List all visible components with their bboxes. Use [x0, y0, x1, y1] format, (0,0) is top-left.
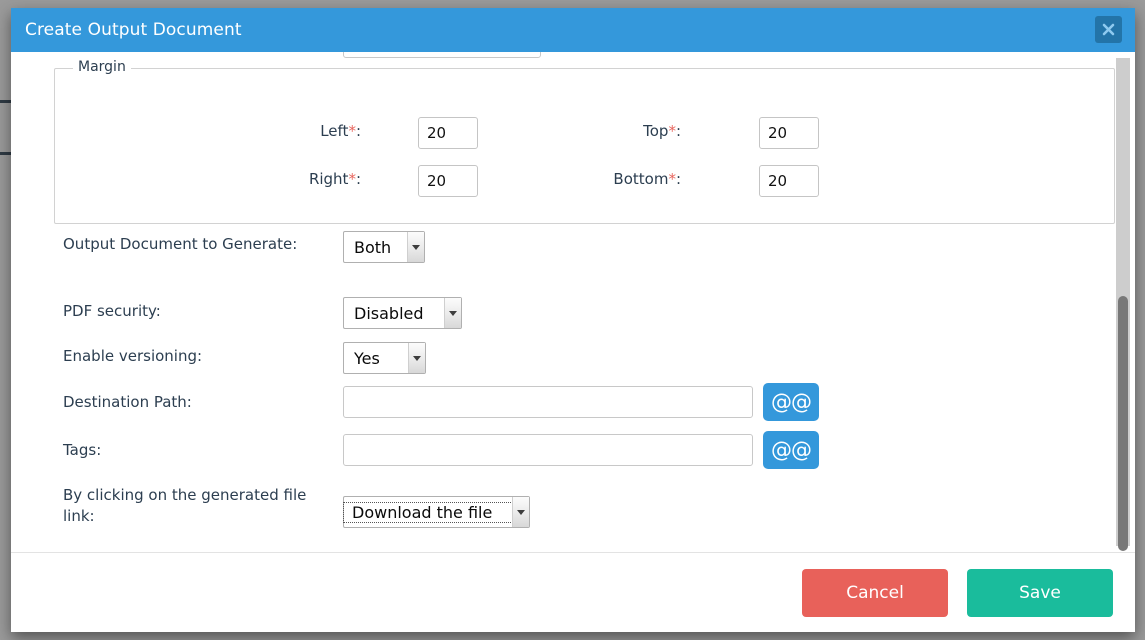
dialog-body: Margin Left*: Top*: Right*: Bottom*: Out… [11, 52, 1135, 552]
label-colon: : [675, 122, 681, 140]
label-colon: : [675, 170, 681, 188]
chevron-down-icon [512, 497, 529, 527]
pdf-security-select-value: Disabled [354, 303, 424, 323]
required-marker: * [348, 122, 356, 140]
output-document-label: Output Document to Generate: [63, 235, 298, 253]
page-backdrop [0, 0, 11, 640]
destination-path-token-button[interactable]: @@ [763, 383, 819, 421]
margin-left-label-text: Left [320, 122, 349, 140]
required-marker: * [668, 170, 676, 188]
backdrop-divider [0, 100, 11, 103]
margin-fieldset: Margin Left*: Top*: Right*: Bottom*: [54, 59, 1115, 224]
create-output-document-dialog: Create Output Document Margin Left*: Top… [11, 8, 1135, 632]
save-button[interactable]: Save [967, 568, 1113, 617]
tags-label: Tags: [63, 441, 102, 459]
close-icon[interactable] [1095, 16, 1122, 43]
clipped-input-above[interactable] [343, 52, 541, 58]
margin-left-label: Left*: [281, 122, 361, 140]
margin-bottom-label: Bottom*: [581, 170, 681, 188]
tags-input[interactable] [343, 434, 753, 466]
close-icon-glyph [1102, 23, 1115, 36]
pdf-security-label: PDF security: [63, 302, 161, 320]
margin-left-input[interactable] [418, 117, 478, 149]
chevron-down-icon [408, 343, 425, 373]
margin-right-label-text: Right [308, 170, 349, 188]
enable-versioning-label: Enable versioning: [63, 347, 203, 365]
margin-legend: Margin [73, 59, 131, 75]
margin-bottom-input[interactable] [759, 165, 819, 197]
chevron-down-icon [444, 298, 461, 328]
pdf-security-select[interactable]: Disabled [343, 297, 462, 329]
generated-file-link-select-value: Download the file [343, 501, 513, 523]
dialog-title: Create Output Document [25, 20, 242, 40]
margin-bottom-label-text: Bottom [613, 170, 669, 188]
required-marker: * [348, 170, 356, 188]
output-document-select[interactable]: Both [343, 231, 425, 263]
chevron-down-icon [407, 232, 424, 262]
cancel-button[interactable]: Cancel [802, 568, 948, 617]
margin-top-label: Top*: [601, 122, 681, 140]
generated-file-link-select[interactable]: Download the file [343, 496, 530, 528]
margin-top-label-text: Top [643, 122, 669, 140]
tags-token-button[interactable]: @@ [763, 431, 819, 469]
dialog-header: Create Output Document [11, 8, 1135, 52]
destination-path-label: Destination Path: [63, 393, 192, 411]
output-document-select-value: Both [354, 237, 392, 257]
label-colon: : [355, 170, 361, 188]
dialog-footer: Cancel Save [11, 552, 1135, 632]
backdrop-divider [0, 152, 11, 155]
body-scrollbar-thumb[interactable] [1118, 296, 1128, 551]
required-marker: * [668, 122, 676, 140]
destination-path-input[interactable] [343, 386, 753, 418]
dialog-body-content: Margin Left*: Top*: Right*: Bottom*: Out… [11, 52, 1115, 552]
enable-versioning-select[interactable]: Yes [343, 342, 426, 374]
margin-top-input[interactable] [759, 117, 819, 149]
enable-versioning-select-value: Yes [354, 348, 380, 368]
margin-right-label: Right*: [281, 170, 361, 188]
margin-right-input[interactable] [418, 165, 478, 197]
generated-file-link-label: By clicking on the generated file link: [63, 486, 307, 525]
label-colon: : [355, 122, 361, 140]
body-scrollbar-track[interactable] [1116, 58, 1130, 551]
